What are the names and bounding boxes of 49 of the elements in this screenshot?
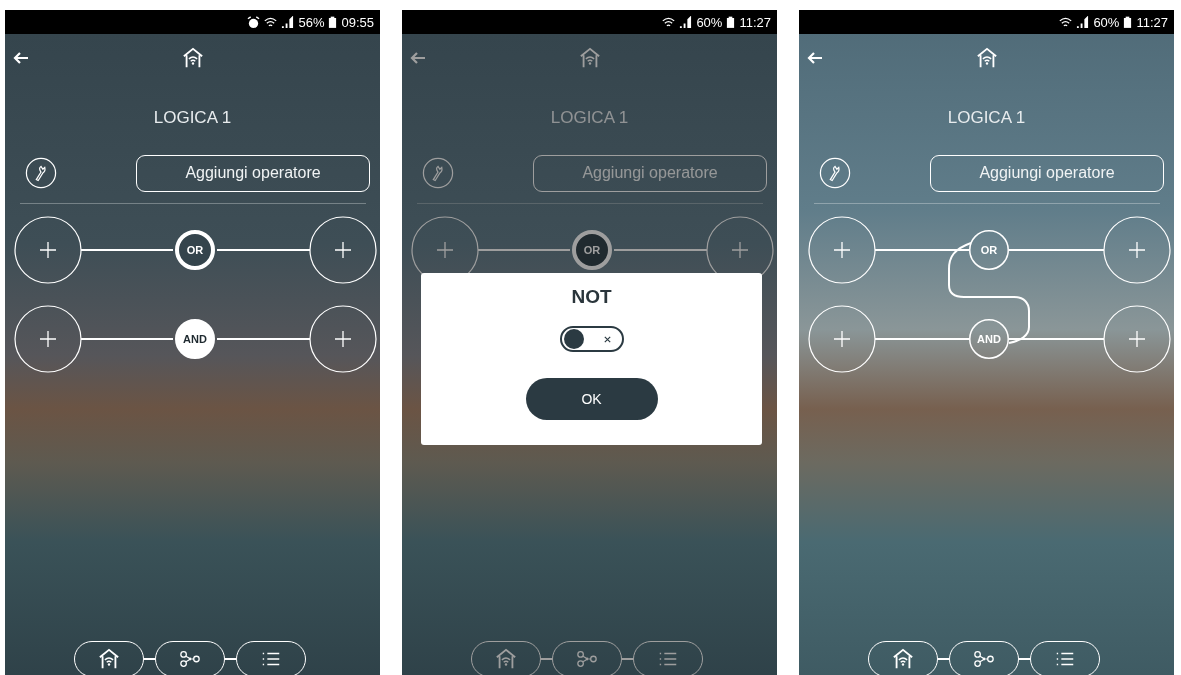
- home-wifi-icon[interactable]: [975, 47, 998, 69]
- wrench-icon[interactable]: [819, 157, 851, 189]
- back-arrow-icon[interactable]: [807, 52, 823, 64]
- battery-percent: 60%: [1093, 14, 1120, 30]
- clock-time: 09:55: [341, 14, 374, 30]
- logic-title: LOGICA 1: [549, 107, 630, 129]
- add-output-button[interactable]: [309, 216, 377, 284]
- add-input-button[interactable]: [14, 216, 82, 284]
- battery-percent: 56%: [298, 14, 325, 30]
- wrench-icon[interactable]: [25, 157, 57, 189]
- home-wifi-icon[interactable]: [181, 47, 204, 69]
- clock-time: 11:27: [739, 14, 771, 30]
- home-wifi-icon: [98, 648, 120, 670]
- signal-icon: [1076, 15, 1090, 29]
- wifi-icon: [1059, 15, 1073, 29]
- nodes-icon: [973, 648, 995, 670]
- battery-icon: [1123, 15, 1133, 29]
- back-arrow-icon[interactable]: [13, 52, 29, 64]
- add-input-button[interactable]: [808, 305, 876, 373]
- operator-node[interactable]: AND: [969, 319, 1009, 359]
- battery-icon: [726, 15, 736, 29]
- not-toggle[interactable]: [559, 326, 624, 352]
- add-output-button[interactable]: [309, 305, 377, 373]
- nodes-icon: [179, 648, 201, 670]
- clock-time: 11:27: [1136, 14, 1168, 30]
- dialog-title: NOT: [571, 286, 612, 308]
- battery-icon: [328, 15, 338, 29]
- ok-button[interactable]: OK: [525, 378, 658, 420]
- operator-node[interactable]: OR: [175, 230, 215, 270]
- nodes-icon: [576, 648, 598, 670]
- add-input-button[interactable]: [14, 305, 82, 373]
- add-operator-button[interactable]: Aggiungi operatore: [930, 154, 1164, 192]
- operator-node[interactable]: AND: [175, 319, 215, 359]
- operator-node[interactable]: OR: [572, 230, 612, 270]
- close-icon: [602, 334, 612, 344]
- add-output-button[interactable]: [1103, 305, 1171, 373]
- home-wifi-icon: [892, 648, 914, 670]
- signal-icon: [281, 15, 295, 29]
- logic-title: LOGICA 1: [946, 107, 1027, 129]
- operator-node[interactable]: OR: [969, 230, 1009, 270]
- battery-percent: 60%: [696, 14, 723, 30]
- signal-icon: [679, 15, 693, 29]
- logic-title: LOGICA 1: [152, 107, 233, 129]
- add-operator-button[interactable]: Aggiungi operatore: [136, 154, 370, 192]
- home-wifi-icon: [495, 648, 517, 670]
- wifi-icon: [264, 15, 278, 29]
- add-operator-button[interactable]: Aggiungi operatore: [533, 154, 767, 192]
- add-input-button[interactable]: [808, 216, 876, 284]
- wifi-icon: [662, 15, 676, 29]
